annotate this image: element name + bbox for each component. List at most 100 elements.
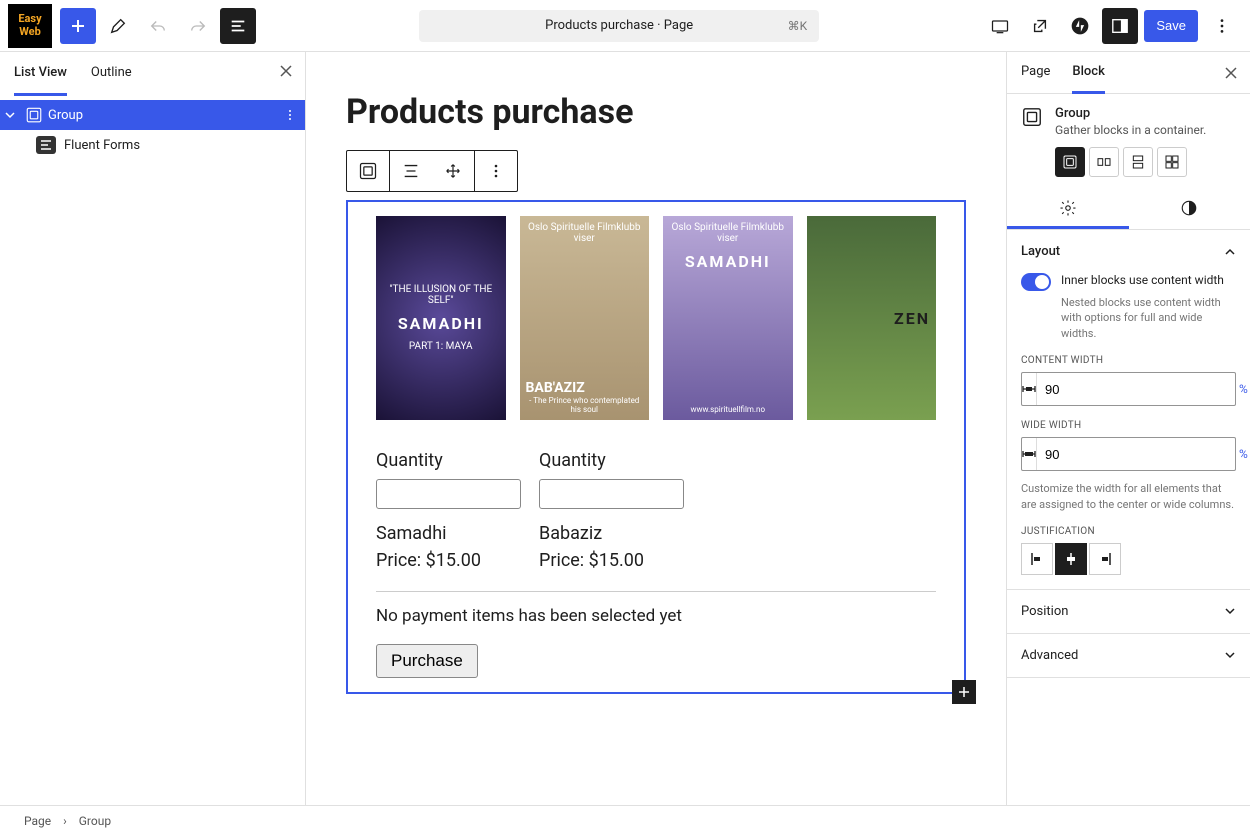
poster-zen: ZEN (807, 216, 937, 420)
poster-title: ZEN (894, 309, 930, 328)
add-block-button[interactable] (60, 8, 96, 44)
poster-subtitle: - The Prince who contemplated his soul (526, 396, 644, 414)
redo-button[interactable] (180, 8, 216, 44)
tab-page[interactable]: Page (1021, 52, 1050, 94)
tab-list-view[interactable]: List View (14, 52, 67, 96)
right-sidebar: Page Block Group Gather blocks in a cont… (1006, 52, 1250, 805)
fluent-forms-icon (36, 136, 56, 154)
site-logo[interactable]: Easy Web (8, 4, 52, 48)
content-width-toggle[interactable] (1021, 273, 1051, 291)
purchase-button[interactable]: Purchase (376, 644, 478, 678)
add-block-inline-button[interactable] (952, 680, 976, 704)
close-settings-icon[interactable] (1224, 66, 1238, 80)
block-description: Gather blocks in a container. (1055, 123, 1206, 137)
block-toolbar (346, 150, 518, 192)
content-width-input[interactable]: % (1021, 372, 1236, 406)
poster-subtitle: www.spirituellfilm.no (690, 405, 765, 414)
poster-title: SAMADHI (685, 252, 771, 271)
justify-left-button[interactable] (1021, 543, 1053, 575)
left-sidebar-tabs: List View Outline (0, 52, 305, 96)
view-button[interactable] (982, 8, 1018, 44)
group-block-icon (1021, 106, 1045, 130)
content-width-toggle-row: Inner blocks use content width (1021, 273, 1236, 291)
width-icon (1022, 373, 1037, 405)
settings-tab-styles[interactable] (1129, 189, 1250, 229)
block-tree: Group Fluent Forms (0, 96, 305, 160)
unit-label[interactable]: % (1229, 447, 1250, 461)
right-sidebar-tabs: Page Block (1007, 52, 1250, 94)
chevron-down-icon (1224, 605, 1236, 617)
divider (376, 591, 936, 592)
quantity-input-2[interactable] (539, 479, 684, 509)
block-options-button[interactable] (475, 150, 517, 192)
tree-item-group[interactable]: Group (0, 100, 305, 130)
move-button[interactable] (432, 150, 474, 192)
quantity-input-1[interactable] (376, 479, 521, 509)
settings-subtabs (1007, 189, 1250, 230)
position-panel-header[interactable]: Position (1007, 590, 1250, 634)
customize-help-text: Customize the width for all elements tha… (1021, 481, 1236, 512)
page-title[interactable]: Products purchase (346, 92, 966, 132)
group-icon (24, 105, 44, 125)
gear-icon (1059, 199, 1077, 217)
poster-subtitle: PART 1: MAYA (409, 341, 473, 352)
justification-row (1021, 543, 1236, 575)
position-heading: Position (1021, 604, 1068, 619)
poster-tagline: Oslo Spirituelle Filmklubb viser (526, 222, 644, 244)
options-button[interactable] (1204, 8, 1240, 44)
tab-outline[interactable]: Outline (91, 52, 132, 96)
tab-block[interactable]: Block (1072, 52, 1104, 94)
jetpack-button[interactable] (1062, 8, 1098, 44)
breadcrumb-group[interactable]: Group (79, 814, 111, 828)
justify-center-button[interactable] (1055, 543, 1087, 575)
styles-icon (1180, 199, 1198, 217)
unit-label[interactable]: % (1229, 382, 1250, 396)
settings-sidebar-button[interactable] (1102, 8, 1138, 44)
advanced-heading: Advanced (1021, 648, 1078, 663)
close-list-view-icon[interactable] (279, 64, 293, 78)
layout-heading: Layout (1021, 244, 1060, 259)
variation-stack-button[interactable] (1123, 147, 1153, 177)
variation-row-button[interactable] (1089, 147, 1119, 177)
tree-item-menu-icon[interactable] (283, 108, 297, 122)
logo-text-2: Web (19, 26, 41, 38)
list-view-button[interactable] (220, 8, 256, 44)
align-button[interactable] (390, 150, 432, 192)
form-col-2: Quantity Babaziz Price: $15.00 (539, 450, 684, 571)
breadcrumb-page[interactable]: Page (24, 814, 51, 828)
variation-group-button[interactable] (1055, 147, 1085, 177)
undo-button[interactable] (140, 8, 176, 44)
form-col-1: Quantity Samadhi Price: $15.00 (376, 450, 521, 571)
layout-panel-header[interactable]: Layout (1021, 244, 1236, 259)
posters-row: "THE ILLUSION OF THE SELF" SAMADHI PART … (376, 216, 936, 420)
document-title-text: Products purchase · Page (545, 18, 693, 33)
content-width-field[interactable] (1037, 382, 1229, 397)
group-block[interactable]: "THE ILLUSION OF THE SELF" SAMADHI PART … (346, 200, 966, 694)
block-type-button[interactable] (347, 150, 389, 192)
breadcrumb-separator: › (63, 814, 67, 828)
wide-width-input[interactable]: % (1021, 437, 1236, 471)
tree-item-label: Fluent Forms (64, 138, 140, 153)
variation-grid-button[interactable] (1157, 147, 1187, 177)
topbar-right: Save (980, 8, 1242, 44)
item-name: Samadhi (376, 523, 521, 544)
poster-tagline: Oslo Spirituelle Filmklubb viser (669, 222, 787, 244)
editor-canvas[interactable]: Products purchase "THE ILLUSION OF THE S… (306, 52, 1006, 805)
edit-tool-button[interactable] (100, 8, 136, 44)
left-sidebar: List View Outline Group Fluent Forms (0, 52, 306, 805)
tree-item-fluent-forms[interactable]: Fluent Forms (0, 130, 305, 160)
chevron-down-icon[interactable] (4, 109, 24, 121)
justify-right-button[interactable] (1089, 543, 1121, 575)
logo-text-1: Easy (18, 13, 41, 25)
group-variations (1007, 147, 1250, 189)
width-icon (1022, 438, 1037, 470)
document-title-bar[interactable]: Products purchase · Page ⌘K (419, 10, 819, 42)
item-price: Price: $15.00 (539, 550, 684, 571)
content-width-label: CONTENT WIDTH (1021, 355, 1236, 366)
wide-width-field[interactable] (1037, 447, 1229, 462)
settings-tab-general[interactable] (1007, 189, 1129, 229)
advanced-panel-header[interactable]: Advanced (1007, 634, 1250, 678)
poster-samadhi-2: Oslo Spirituelle Filmklubb viser SAMADHI… (663, 216, 793, 420)
save-button[interactable]: Save (1144, 10, 1198, 42)
external-view-button[interactable] (1022, 8, 1058, 44)
